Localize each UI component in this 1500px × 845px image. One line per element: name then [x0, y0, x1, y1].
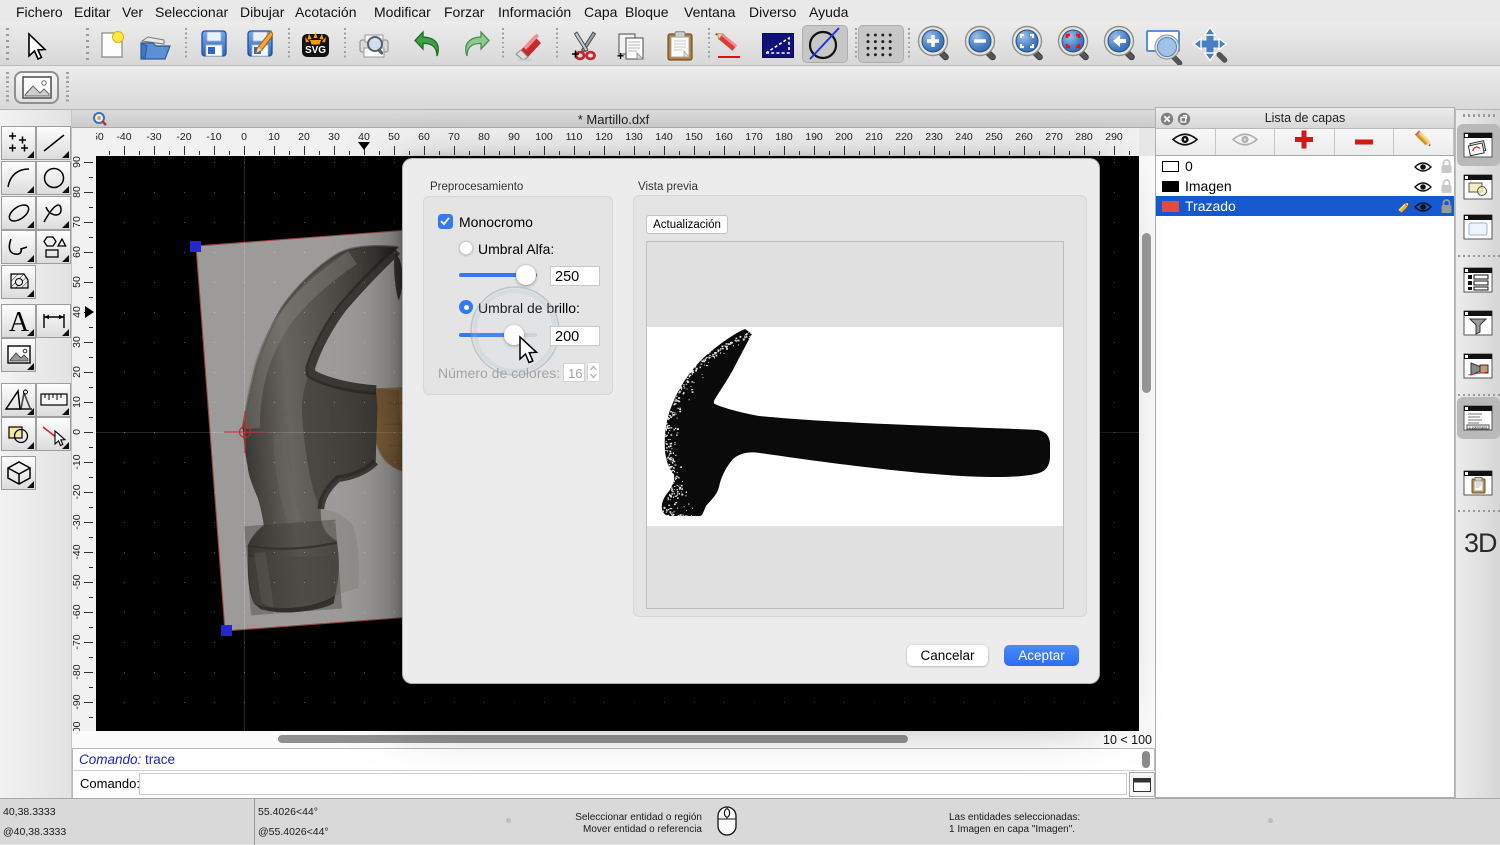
- svg-text:+: +: [617, 49, 624, 61]
- svg-text:SVG: SVG: [305, 45, 326, 56]
- svg-text:c command: c command: [1469, 426, 1487, 430]
